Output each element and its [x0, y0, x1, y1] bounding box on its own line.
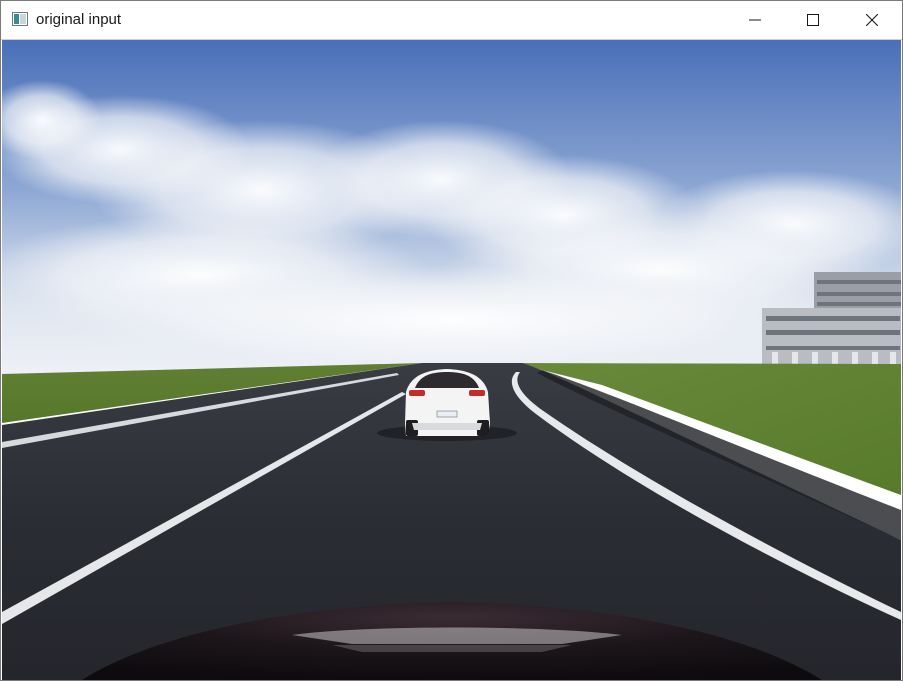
close-icon: [866, 14, 878, 26]
minimize-button[interactable]: [726, 1, 784, 39]
close-button[interactable]: [843, 1, 901, 39]
camera-viewport: [2, 40, 901, 680]
maximize-button[interactable]: [784, 1, 842, 39]
app-window: original input: [0, 0, 903, 681]
maximize-icon: [807, 14, 819, 26]
app-icon: [12, 12, 28, 26]
driving-scene: [2, 40, 901, 680]
window-title: original input: [36, 11, 122, 28]
minimize-icon: [749, 19, 761, 21]
title-bar[interactable]: original input: [1, 1, 902, 40]
